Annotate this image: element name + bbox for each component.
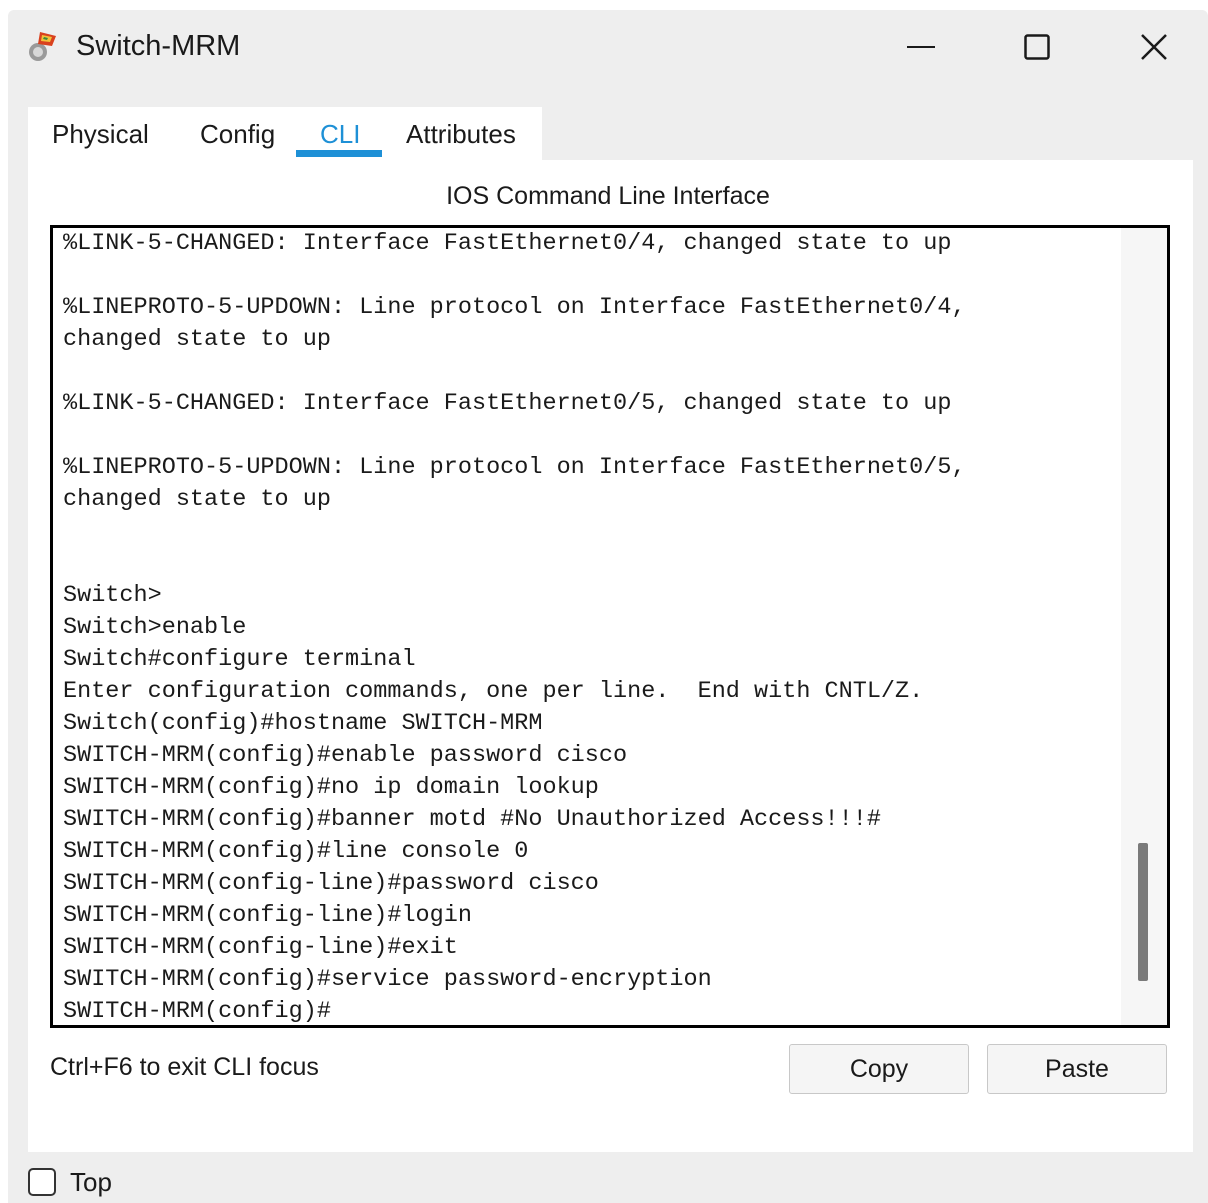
cli-terminal[interactable]: %LINK-5-CHANGED: Interface FastEthernet0… [50, 225, 1170, 1028]
terminal-line: SWITCH-MRM(config)#service password-encr… [63, 966, 712, 993]
copy-button[interactable]: Copy [789, 1044, 969, 1094]
active-tab-indicator [296, 150, 382, 157]
terminal-line: changed state to up [63, 486, 331, 513]
top-checkbox[interactable] [28, 1168, 56, 1196]
tab-cli[interactable]: CLI [320, 119, 360, 149]
terminal-line: SWITCH-MRM(config)# [63, 998, 331, 1025]
terminal-line: SWITCH-MRM(config-line)#login [63, 902, 472, 929]
terminal-line: Switch> [63, 582, 162, 609]
terminal-line: %LINK-5-CHANGED: Interface FastEthernet0… [63, 390, 952, 417]
scrollbar-thumb[interactable] [1138, 843, 1148, 981]
terminal-line: Switch(config)#hostname SWITCH-MRM [63, 710, 543, 737]
close-button[interactable] [1131, 24, 1177, 70]
terminal-line: %LINK-5-CHANGED: Interface FastEthernet0… [63, 230, 952, 257]
tab-physical[interactable]: Physical [52, 119, 149, 149]
terminal-line: SWITCH-MRM(config-line)#password cisco [63, 870, 599, 897]
title-bar[interactable]: Switch-MRM [8, 10, 1208, 88]
cli-focus-hint: Ctrl+F6 to exit CLI focus [50, 1053, 319, 1081]
terminal-line: SWITCH-MRM(config)#no ip domain lookup [63, 774, 599, 801]
terminal-line: SWITCH-MRM(config)#enable password cisco [63, 742, 628, 769]
tab-attributes[interactable]: Attributes [406, 119, 516, 149]
terminal-output: %LINK-5-CHANGED: Interface FastEthernet0… [63, 228, 966, 1025]
terminal-line: changed state to up [63, 326, 331, 353]
close-icon [1141, 34, 1167, 60]
maximize-button[interactable] [1014, 24, 1060, 70]
terminal-line: Switch>enable [63, 614, 247, 641]
terminal-line: SWITCH-MRM(config-line)#exit [63, 934, 458, 961]
device-window: Switch-MRM Physical Config CLI Attribute… [8, 10, 1208, 1203]
terminal-scrollbar[interactable] [1121, 228, 1167, 1025]
minimize-button[interactable] [898, 24, 944, 70]
tab-bar: Physical Config CLI Attributes [28, 107, 542, 160]
top-checkbox-label: Top [70, 1167, 112, 1197]
terminal-line: Switch#configure terminal [63, 646, 416, 673]
maximize-icon [1024, 34, 1050, 60]
window-title: Switch-MRM [76, 30, 241, 62]
terminal-line: SWITCH-MRM(config)#banner motd #No Unaut… [63, 806, 881, 833]
terminal-line: %LINEPROTO-5-UPDOWN: Line protocol on In… [63, 454, 966, 481]
paste-button[interactable]: Paste [987, 1044, 1167, 1094]
terminal-line: %LINEPROTO-5-UPDOWN: Line protocol on In… [63, 294, 966, 321]
cli-heading: IOS Command Line Interface [446, 182, 770, 210]
tab-config[interactable]: Config [200, 119, 275, 149]
terminal-line: Enter configuration commands, one per li… [63, 678, 924, 705]
terminal-line: SWITCH-MRM(config)#line console 0 [63, 838, 529, 865]
packet-tracer-icon [26, 28, 62, 64]
minimize-icon [907, 46, 935, 48]
